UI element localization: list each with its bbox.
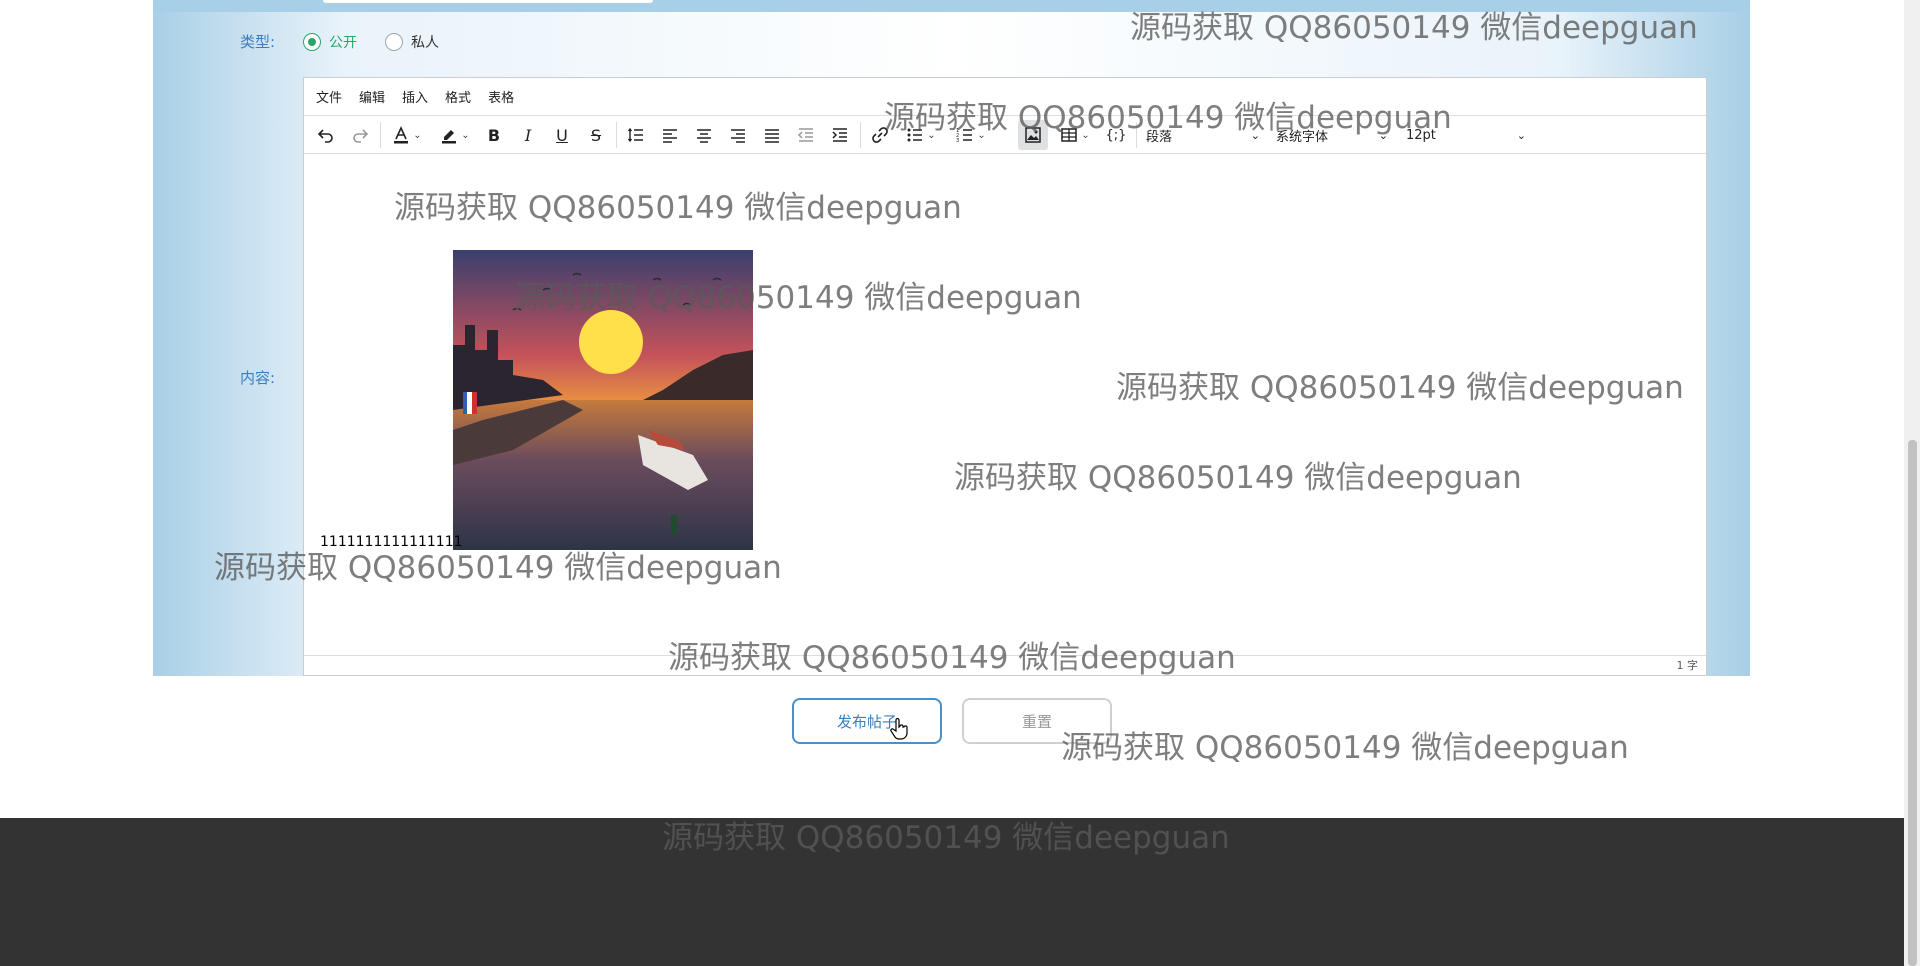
toolbar-separator — [1136, 122, 1137, 148]
block-format-select[interactable]: 段落 ⌄ — [1146, 120, 1266, 150]
content-label: 内容: — [240, 369, 276, 387]
chevron-down-icon: ⌄ — [1516, 128, 1526, 142]
highlight-icon[interactable]: ⌄ — [434, 120, 476, 150]
menu-format[interactable]: 格式 — [445, 87, 471, 106]
type-label: 类型: — [240, 33, 276, 51]
image-icon[interactable] — [1018, 120, 1048, 150]
post-form-panel: 类型: 公开 私人 内容: 文件 编辑 插入 格式 表格 ⌄ ⌄ B I U S… — [153, 0, 1750, 676]
text-color-icon[interactable]: ⌄ — [386, 120, 428, 150]
radio-private[interactable]: 私人 — [385, 32, 439, 52]
underline-icon[interactable]: U — [548, 120, 576, 150]
redo-icon[interactable] — [346, 120, 374, 150]
editor-statusbar: 1 字 — [304, 655, 1706, 675]
editor-body-text: 1111111111111111 — [320, 534, 463, 550]
chevron-down-icon: ⌄ — [1250, 128, 1260, 142]
align-right-icon[interactable] — [724, 120, 752, 150]
chevron-down-icon: ⌄ — [1378, 128, 1388, 142]
watermark: 源码获取 QQ86050149 微信deepguan — [1061, 730, 1629, 766]
scrollbar-thumb[interactable] — [1908, 440, 1917, 966]
radio-public[interactable]: 公开 — [303, 32, 357, 52]
bullet-list-icon[interactable]: ⌄ — [900, 120, 942, 150]
toolbar-separator — [380, 122, 381, 148]
indent-icon[interactable] — [826, 120, 854, 150]
outdent-icon[interactable] — [792, 120, 820, 150]
menu-edit[interactable]: 编辑 — [359, 87, 385, 106]
font-size-value: 12pt — [1406, 127, 1436, 143]
numbered-list-icon[interactable]: 1 2 3 ⌄ — [950, 120, 992, 150]
reset-button[interactable]: 重置 — [962, 698, 1112, 744]
strikethrough-icon[interactable]: S — [582, 120, 610, 150]
font-family-select[interactable]: 系统字体 ⌄ — [1276, 120, 1394, 150]
font-size-select[interactable]: 12pt ⌄ — [1406, 120, 1532, 150]
radio-public-circle[interactable] — [303, 33, 321, 51]
input-bottom-edge — [323, 0, 653, 3]
table-icon[interactable]: ⌄ — [1054, 120, 1096, 150]
radio-private-circle[interactable] — [385, 33, 403, 51]
radio-private-label: 私人 — [411, 35, 439, 51]
block-format-value: 段落 — [1146, 129, 1173, 145]
editor-toolbar: ⌄ ⌄ B I U S ⌄ 1 2 3 ⌄ ⌄ {;} 段落 ⌄ 系统字体 ⌄ … — [304, 116, 1706, 154]
italic-icon[interactable]: I — [514, 120, 542, 150]
inserted-image[interactable] — [453, 250, 753, 550]
align-center-icon[interactable] — [690, 120, 718, 150]
page-scrollbar[interactable] — [1904, 0, 1920, 966]
editor-content-area[interactable]: 1111111111111111 — [304, 154, 1706, 657]
page-footer — [0, 818, 1904, 966]
radio-public-label: 公开 — [329, 35, 357, 51]
rich-text-editor[interactable]: 文件 编辑 插入 格式 表格 ⌄ ⌄ B I U S ⌄ 1 2 3 ⌄ ⌄ {… — [303, 77, 1707, 676]
menu-table[interactable]: 表格 — [488, 87, 514, 106]
align-left-icon[interactable] — [656, 120, 684, 150]
svg-text:3: 3 — [956, 138, 959, 144]
undo-icon[interactable] — [312, 120, 340, 150]
panel-top-bar — [153, 0, 1750, 12]
link-icon[interactable] — [866, 120, 894, 150]
toolbar-separator — [860, 122, 861, 148]
code-icon[interactable]: {;} — [1102, 120, 1130, 150]
bold-icon[interactable]: B — [480, 120, 508, 150]
menu-insert[interactable]: 插入 — [402, 87, 428, 106]
justify-icon[interactable] — [758, 120, 786, 150]
line-height-icon[interactable] — [622, 120, 650, 150]
toolbar-separator — [616, 122, 617, 148]
publish-button[interactable]: 发布帖子 — [792, 698, 942, 744]
hand-cursor-icon — [890, 718, 908, 740]
page: 类型: 公开 私人 内容: 文件 编辑 插入 格式 表格 ⌄ ⌄ B I U S… — [0, 0, 1904, 966]
word-count: 1 字 — [1676, 659, 1699, 672]
font-family-value: 系统字体 — [1276, 129, 1329, 145]
editor-menubar: 文件 编辑 插入 格式 表格 — [304, 78, 1706, 116]
menu-file[interactable]: 文件 — [316, 87, 342, 106]
